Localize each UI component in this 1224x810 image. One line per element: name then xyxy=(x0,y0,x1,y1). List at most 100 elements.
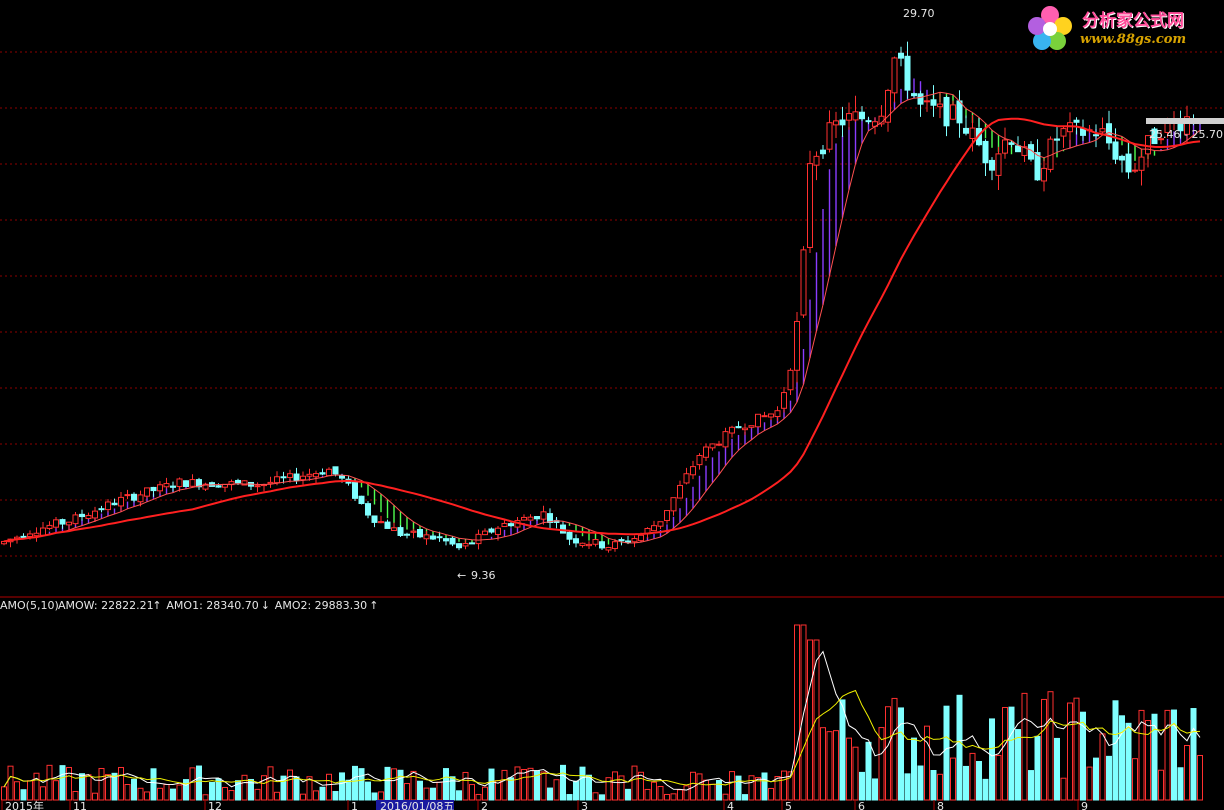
volume-bar-7 xyxy=(46,764,53,801)
volume-bar-155 xyxy=(1008,706,1015,801)
candle-body-151 xyxy=(982,140,989,164)
volume-bar-61 xyxy=(397,769,404,801)
candle-body-156 xyxy=(1015,145,1021,153)
volume-bar-14 xyxy=(92,792,98,801)
volume-bar-18 xyxy=(118,767,124,801)
volume-bar-54 xyxy=(352,765,358,801)
volume-bar-60 xyxy=(391,768,397,801)
candle-body-14 xyxy=(92,510,98,519)
candle-body-54 xyxy=(352,480,358,499)
candle-body-80 xyxy=(521,516,527,521)
volume-bar-131 xyxy=(852,746,859,801)
candle-body-125 xyxy=(813,155,820,166)
candle-body-48 xyxy=(313,473,319,478)
volume-bar-148 xyxy=(963,765,969,801)
volume-bar-13 xyxy=(85,774,92,801)
candle-body-142 xyxy=(924,100,930,103)
volume-bar-86 xyxy=(560,764,566,801)
candle-body-22 xyxy=(144,487,150,497)
volume-bar-182 xyxy=(1184,744,1190,801)
volume-bar-134 xyxy=(872,778,878,801)
candle-body-147 xyxy=(956,100,963,124)
volume-bar-144 xyxy=(937,773,943,801)
legend-arrow-2: ↑ xyxy=(369,599,378,612)
volume-bar-8 xyxy=(53,780,59,801)
candle-body-100 xyxy=(651,525,657,532)
legend-item-0: AMOW: 22822.21 xyxy=(58,599,154,612)
volume-bar-42 xyxy=(274,791,280,801)
volume-bar-141 xyxy=(917,765,924,801)
volume-bar-159 xyxy=(1034,735,1041,801)
volume-bar-23 xyxy=(150,768,157,801)
candle-body-65 xyxy=(423,534,430,540)
candle-body-88 xyxy=(573,538,579,544)
volume-bar-24 xyxy=(157,787,163,801)
candle-body-174 xyxy=(1132,169,1138,172)
volume-bar-70 xyxy=(456,790,462,801)
volume-bar-55 xyxy=(358,768,365,801)
candle-body-51 xyxy=(332,466,339,475)
volume-bar-89 xyxy=(579,766,586,801)
candle-body-24 xyxy=(157,484,163,492)
candle-body-98 xyxy=(638,534,644,542)
volume-bar-30 xyxy=(196,765,202,801)
candle-body-115 xyxy=(748,425,755,428)
candle-body-15 xyxy=(98,508,105,511)
candle-body-126 xyxy=(820,149,826,155)
candle-body-110 xyxy=(716,443,722,446)
volume-bar-119 xyxy=(774,776,781,801)
candle-body-162 xyxy=(1054,138,1060,141)
candle-body-18 xyxy=(118,496,124,507)
volume-bar-71 xyxy=(462,771,469,801)
volume-bar-135 xyxy=(878,727,885,801)
volume-bar-44 xyxy=(287,769,293,801)
volume-bar-97 xyxy=(631,765,638,801)
volume-bar-39 xyxy=(254,788,261,801)
x-tick-label-0: 2015年 xyxy=(5,799,44,810)
candle-body-49 xyxy=(319,472,326,475)
candle-body-43 xyxy=(280,476,287,479)
volume-bar-172 xyxy=(1119,715,1125,801)
volume-bar-46 xyxy=(300,793,306,801)
volume-bar-64 xyxy=(417,780,423,801)
volume-bar-183 xyxy=(1190,708,1197,801)
volume-bar-152 xyxy=(989,718,995,801)
volume-bar-158 xyxy=(1028,770,1034,801)
candle-body-39 xyxy=(254,485,261,488)
candle-body-45 xyxy=(293,473,300,481)
volume-bar-112 xyxy=(729,771,735,801)
volume-bar-140 xyxy=(911,737,917,801)
x-tick-label-5: 2 xyxy=(481,800,488,810)
volume-bar-41 xyxy=(267,766,274,801)
volume-bar-133 xyxy=(865,741,872,801)
volume-bar-25 xyxy=(163,783,170,801)
volume-legend: AMOW: 22822.21↑ AMO1: 28340.70 ↓ AMO2: 2988… xyxy=(58,599,378,612)
candle-body-60 xyxy=(391,527,397,531)
volume-bar-48 xyxy=(313,790,319,801)
volume-bar-92 xyxy=(599,794,605,801)
candle-body-168 xyxy=(1093,134,1099,137)
candle-body-19 xyxy=(124,494,131,497)
flower-logo-icon xyxy=(1028,6,1072,50)
candle-body-118 xyxy=(768,413,774,418)
volume-bar-72 xyxy=(469,784,475,801)
x-tick-label-10: 8 xyxy=(937,800,944,810)
volume-bar-53 xyxy=(345,779,352,801)
volume-bar-149 xyxy=(969,752,976,801)
volume-bar-170 xyxy=(1106,755,1112,801)
volume-bar-147 xyxy=(956,694,963,801)
volume-bar-15 xyxy=(98,767,105,801)
site-logo: 分析家公式网 www.88gs.com xyxy=(1022,2,1222,54)
volume-bar-150 xyxy=(976,761,982,801)
price-range-label: 25.46 - 25.70 xyxy=(1149,128,1223,141)
candle-body-149 xyxy=(969,127,976,140)
price-range-box xyxy=(1146,118,1224,124)
volume-bar-107 xyxy=(696,773,703,801)
volume-bar-9 xyxy=(59,765,66,801)
candle-body-109 xyxy=(709,443,716,449)
volume-bar-105 xyxy=(683,785,690,801)
volume-bar-28 xyxy=(183,779,189,801)
volume-bar-51 xyxy=(332,791,339,801)
candle-body-23 xyxy=(150,486,157,492)
volume-bar-34 xyxy=(222,787,228,801)
